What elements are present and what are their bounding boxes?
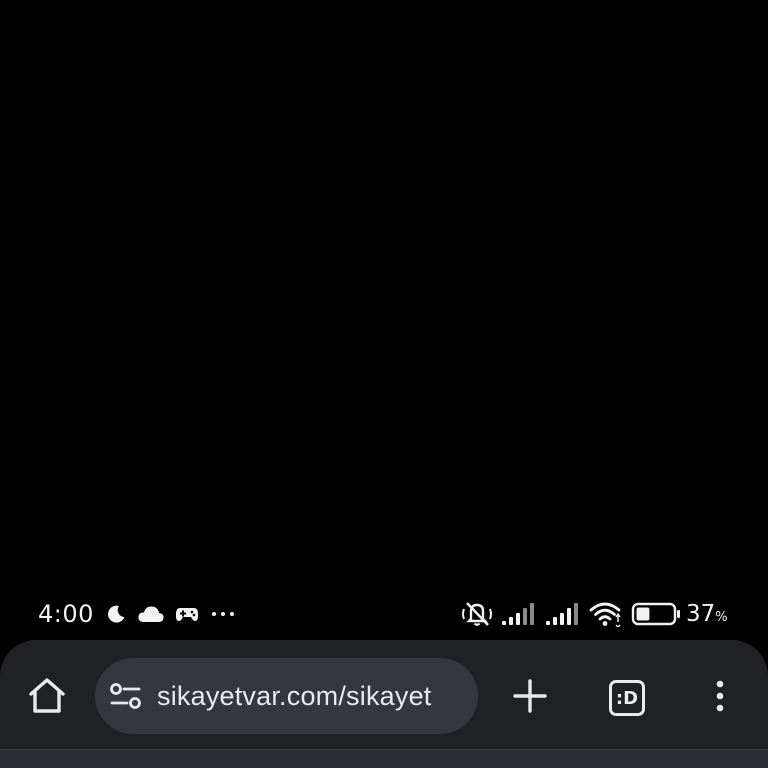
gamepad-icon: [174, 600, 200, 628]
tune-icon[interactable]: [109, 680, 143, 712]
wifi-icon: [588, 600, 624, 628]
status-time: 4:00: [38, 600, 94, 628]
more-vert-icon: [714, 679, 726, 717]
battery-percent-sign: %: [715, 610, 728, 625]
home-button[interactable]: [22, 670, 72, 726]
moon-icon: [104, 600, 128, 628]
vibrate-off-icon: [460, 600, 494, 628]
more-dots-icon: [210, 600, 236, 628]
bottom-strip: [0, 749, 768, 768]
url-fade: [452, 658, 478, 734]
tab-switcher-button[interactable]: :D: [600, 670, 654, 726]
browser-toolbar: sikayetvar.com/sikayet :D: [0, 640, 768, 768]
signal-icon: [544, 600, 582, 628]
battery-percent-value: 37: [686, 601, 716, 627]
status-bar: 4:00 37%: [0, 596, 768, 632]
signal-icon: [500, 600, 538, 628]
cloud-icon: [136, 600, 166, 628]
more-options-button[interactable]: [700, 670, 740, 726]
plus-icon: [512, 678, 548, 718]
battery-percentage: 37%: [686, 598, 728, 634]
address-bar[interactable]: sikayetvar.com/sikayet: [95, 658, 478, 734]
new-tab-button[interactable]: [505, 670, 555, 726]
tab-switcher-icon: :D: [609, 680, 645, 716]
url-text: sikayetvar.com/sikayet: [157, 681, 432, 711]
tab-count-label: :D: [615, 687, 639, 709]
home-icon: [27, 677, 67, 719]
battery-icon: [630, 600, 682, 628]
screen: 4:00 37% sikayetvar.com/sikayet:D: [0, 0, 768, 768]
